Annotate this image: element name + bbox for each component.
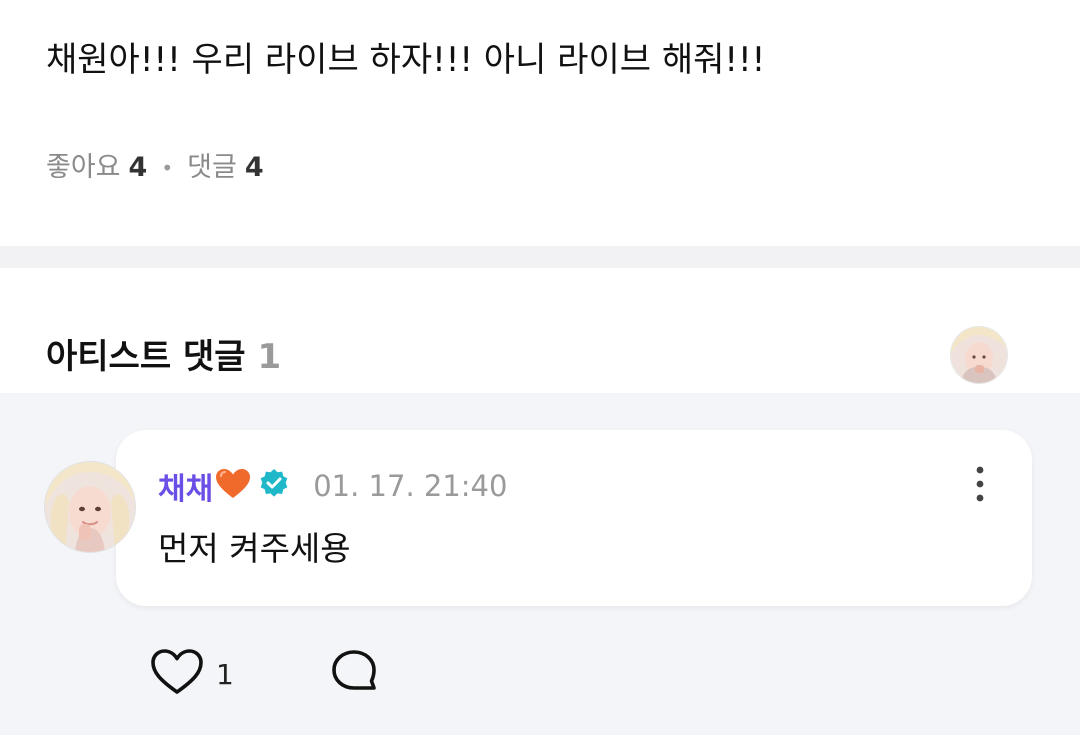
comment-meta: 채채 01. 17. 21:40 [158, 464, 508, 508]
stats-separator: • [161, 156, 174, 180]
heart-outline-icon [150, 648, 204, 700]
comment-timestamp: 01. 17. 21:40 [313, 469, 508, 503]
verified-badge-icon [257, 467, 291, 505]
likes-label[interactable]: 좋아요 [46, 148, 121, 188]
more-options-icon[interactable] [968, 464, 992, 504]
orange-heart-emoji-icon [215, 468, 251, 504]
comment-actions: 1 [150, 649, 378, 699]
comment-card: 채채 01. 17. 21:40 먼저 켜주세용 [116, 430, 1032, 606]
artist-comments-count: 1 [257, 337, 282, 377]
like-count: 1 [216, 657, 234, 691]
post-detail-page: 채원아!!! 우리 라이브 하자!!! 아니 라이브 해줘!!! 좋아요 4 •… [0, 0, 1080, 735]
likes-count[interactable]: 4 [129, 148, 148, 188]
artist-comments-header: 아티스트 댓글 1 [0, 268, 1080, 393]
section-divider [0, 246, 1080, 268]
comment-author-name[interactable]: 채채 [158, 464, 213, 508]
like-button[interactable]: 1 [150, 648, 234, 700]
artist-comments-label: 아티스트 댓글 [46, 337, 246, 377]
speech-bubble-icon [330, 648, 378, 700]
artist-comments-title: 아티스트 댓글 1 [46, 334, 281, 380]
comments-label[interactable]: 댓글 [187, 148, 237, 188]
artist-comment-area: 채채 01. 17. 21:40 먼저 켜주세용 1 [0, 393, 1080, 735]
avatar-image [45, 462, 135, 552]
comment-author-avatar[interactable] [44, 461, 136, 553]
post-text: 채원아!!! 우리 라이브 하자!!! 아니 라이브 해줘!!! [46, 40, 766, 80]
avatar-image [951, 327, 1007, 383]
comments-count[interactable]: 4 [245, 148, 264, 188]
comment-body: 먼저 켜주세용 [158, 529, 351, 568]
post-stats: 좋아요 4 • 댓글 4 [46, 148, 264, 188]
artist-avatar-small[interactable] [950, 326, 1008, 384]
reply-button[interactable] [330, 648, 378, 700]
post-section: 채원아!!! 우리 라이브 하자!!! 아니 라이브 해줘!!! 좋아요 4 •… [0, 0, 1080, 246]
